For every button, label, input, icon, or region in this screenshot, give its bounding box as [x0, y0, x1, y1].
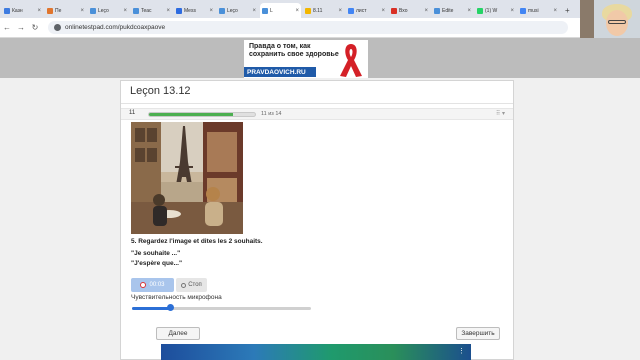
question-image: [131, 122, 243, 234]
tab-close-icon[interactable]: ×: [209, 8, 213, 14]
tab-favicon-icon: [133, 7, 139, 14]
progress-bar: [148, 112, 256, 117]
stop-label: Стоп: [188, 282, 202, 288]
tab-favicon-icon: [4, 7, 10, 14]
tab-label: 8.11: [313, 7, 323, 14]
site-info-icon[interactable]: [54, 24, 61, 31]
browser-tab[interactable]: лист ×: [346, 3, 387, 18]
tab-label: Казн: [12, 7, 23, 14]
browser-tab[interactable]: Казн ×: [2, 3, 43, 18]
tab-label: Mess: [184, 7, 196, 14]
tab-favicon-icon: [90, 7, 96, 14]
tab-favicon-icon: [219, 7, 225, 14]
back-icon[interactable]: ←: [0, 23, 14, 32]
divider: [121, 103, 513, 104]
question-number: 11: [129, 110, 136, 116]
browser-tab[interactable]: (1) W ×: [475, 3, 516, 18]
tab-favicon-icon: [391, 7, 397, 14]
tab-label: musi: [528, 7, 539, 14]
browser-tab[interactable]: Edite ×: [432, 3, 473, 18]
tab-favicon-icon: [477, 7, 483, 14]
new-tab-button[interactable]: +: [561, 3, 574, 18]
tab-label: Вхо: [399, 7, 408, 14]
tab-close-icon[interactable]: ×: [381, 8, 385, 14]
tab-close-icon[interactable]: ×: [295, 8, 299, 14]
stop-icon: [181, 282, 187, 288]
tab-label: L: [270, 7, 273, 14]
ad-text: Правда о том, как сохранить свое здоровь…: [249, 43, 339, 58]
mic-sensitivity-label: Чувствительность микрофона: [131, 294, 222, 301]
tab-favicon-icon: [434, 7, 440, 14]
slider-fill: [132, 307, 170, 310]
reload-icon[interactable]: ↻: [28, 23, 42, 32]
record-button[interactable]: 00:03: [131, 278, 174, 292]
browser-tab[interactable]: Leço ×: [88, 3, 129, 18]
next-button[interactable]: Далее: [156, 327, 200, 340]
tab-close-icon[interactable]: ×: [37, 8, 41, 14]
tab-label: (1) W: [485, 7, 498, 14]
tab-close-icon[interactable]: ×: [166, 8, 170, 14]
tab-label: Leço: [227, 7, 238, 14]
webcam-glasses: [608, 20, 626, 24]
url-text: onlinetestpad.com/pukdcoaxpaove: [65, 24, 166, 31]
top-advertisement[interactable]: Правда о том, как сохранить свое здоровь…: [244, 40, 368, 78]
browser-tab[interactable]: L ×: [260, 3, 301, 18]
stop-button[interactable]: Стоп: [176, 278, 207, 292]
tab-label: Teac: [141, 7, 152, 14]
question-menu-icon[interactable]: ⠿ ▾: [496, 110, 505, 117]
browser-tab[interactable]: Вхо ×: [389, 3, 430, 18]
record-icon: [140, 282, 147, 288]
tab-close-icon[interactable]: ×: [80, 8, 84, 14]
tab-label: Leço: [98, 7, 109, 14]
slider-handle[interactable]: [166, 304, 174, 311]
tab-favicon-icon: [176, 7, 182, 14]
tab-label: Edite: [442, 7, 454, 14]
red-ribbon-icon: [340, 44, 362, 77]
browser-tab[interactable]: Leço ×: [217, 3, 258, 18]
ad-site: PRAVDAOVICH.RU: [244, 67, 316, 77]
progress-row: 11 11 из 14 ⠿ ▾: [121, 108, 513, 120]
prompt-line-2: "J'espère que...": [131, 260, 183, 267]
tab-close-icon[interactable]: ×: [424, 8, 428, 14]
tab-close-icon[interactable]: ×: [510, 8, 514, 14]
question-text: 5. Regardez l'image et dites les 2 souha…: [131, 238, 263, 245]
tab-close-icon[interactable]: ×: [123, 8, 127, 14]
page-title: Leçon 13.12: [130, 85, 191, 97]
progress-fill: [149, 113, 233, 116]
tab-favicon-icon: [305, 7, 311, 14]
tab-close-icon[interactable]: ×: [467, 8, 471, 14]
tab-label: лист: [356, 7, 367, 14]
ad-menu-icon[interactable]: ⋮: [458, 347, 465, 355]
tab-favicon-icon: [348, 7, 354, 14]
tab-favicon-icon: [520, 7, 526, 14]
address-bar[interactable]: onlinetestpad.com/pukdcoaxpaove: [48, 21, 568, 34]
tab-close-icon[interactable]: ×: [252, 8, 256, 14]
tab-close-icon[interactable]: ×: [553, 8, 557, 14]
browser-tab[interactable]: musi ×: [518, 3, 559, 18]
tab-label: Пе: [55, 7, 62, 14]
record-timer: 00:03: [149, 282, 165, 288]
tab-favicon-icon: [262, 7, 268, 14]
browser-tab[interactable]: Пе ×: [45, 3, 86, 18]
browser-tab[interactable]: Teac ×: [131, 3, 172, 18]
browser-tab[interactable]: 8.11 ×: [303, 3, 344, 18]
bottom-advertisement[interactable]: ⋮: [161, 344, 471, 360]
browser-toolbar: ← → ↻ onlinetestpad.com/pukdcoaxpaove: [0, 18, 640, 38]
mic-sensitivity-slider[interactable]: [132, 304, 311, 311]
browser-tab-bar: Казн × Пе × Leço × Teac × Mess × Leço × L × 8.11 × лист ×…: [0, 0, 640, 18]
tab-favicon-icon: [47, 7, 53, 14]
tab-close-icon[interactable]: ×: [338, 8, 342, 14]
prompt-line-1: "Je souhaite ...": [131, 250, 181, 257]
finish-button[interactable]: Завершить: [456, 327, 500, 340]
browser-tab[interactable]: Mess ×: [174, 3, 215, 18]
progress-label: 11 из 14: [261, 111, 282, 117]
forward-icon[interactable]: →: [14, 23, 28, 32]
